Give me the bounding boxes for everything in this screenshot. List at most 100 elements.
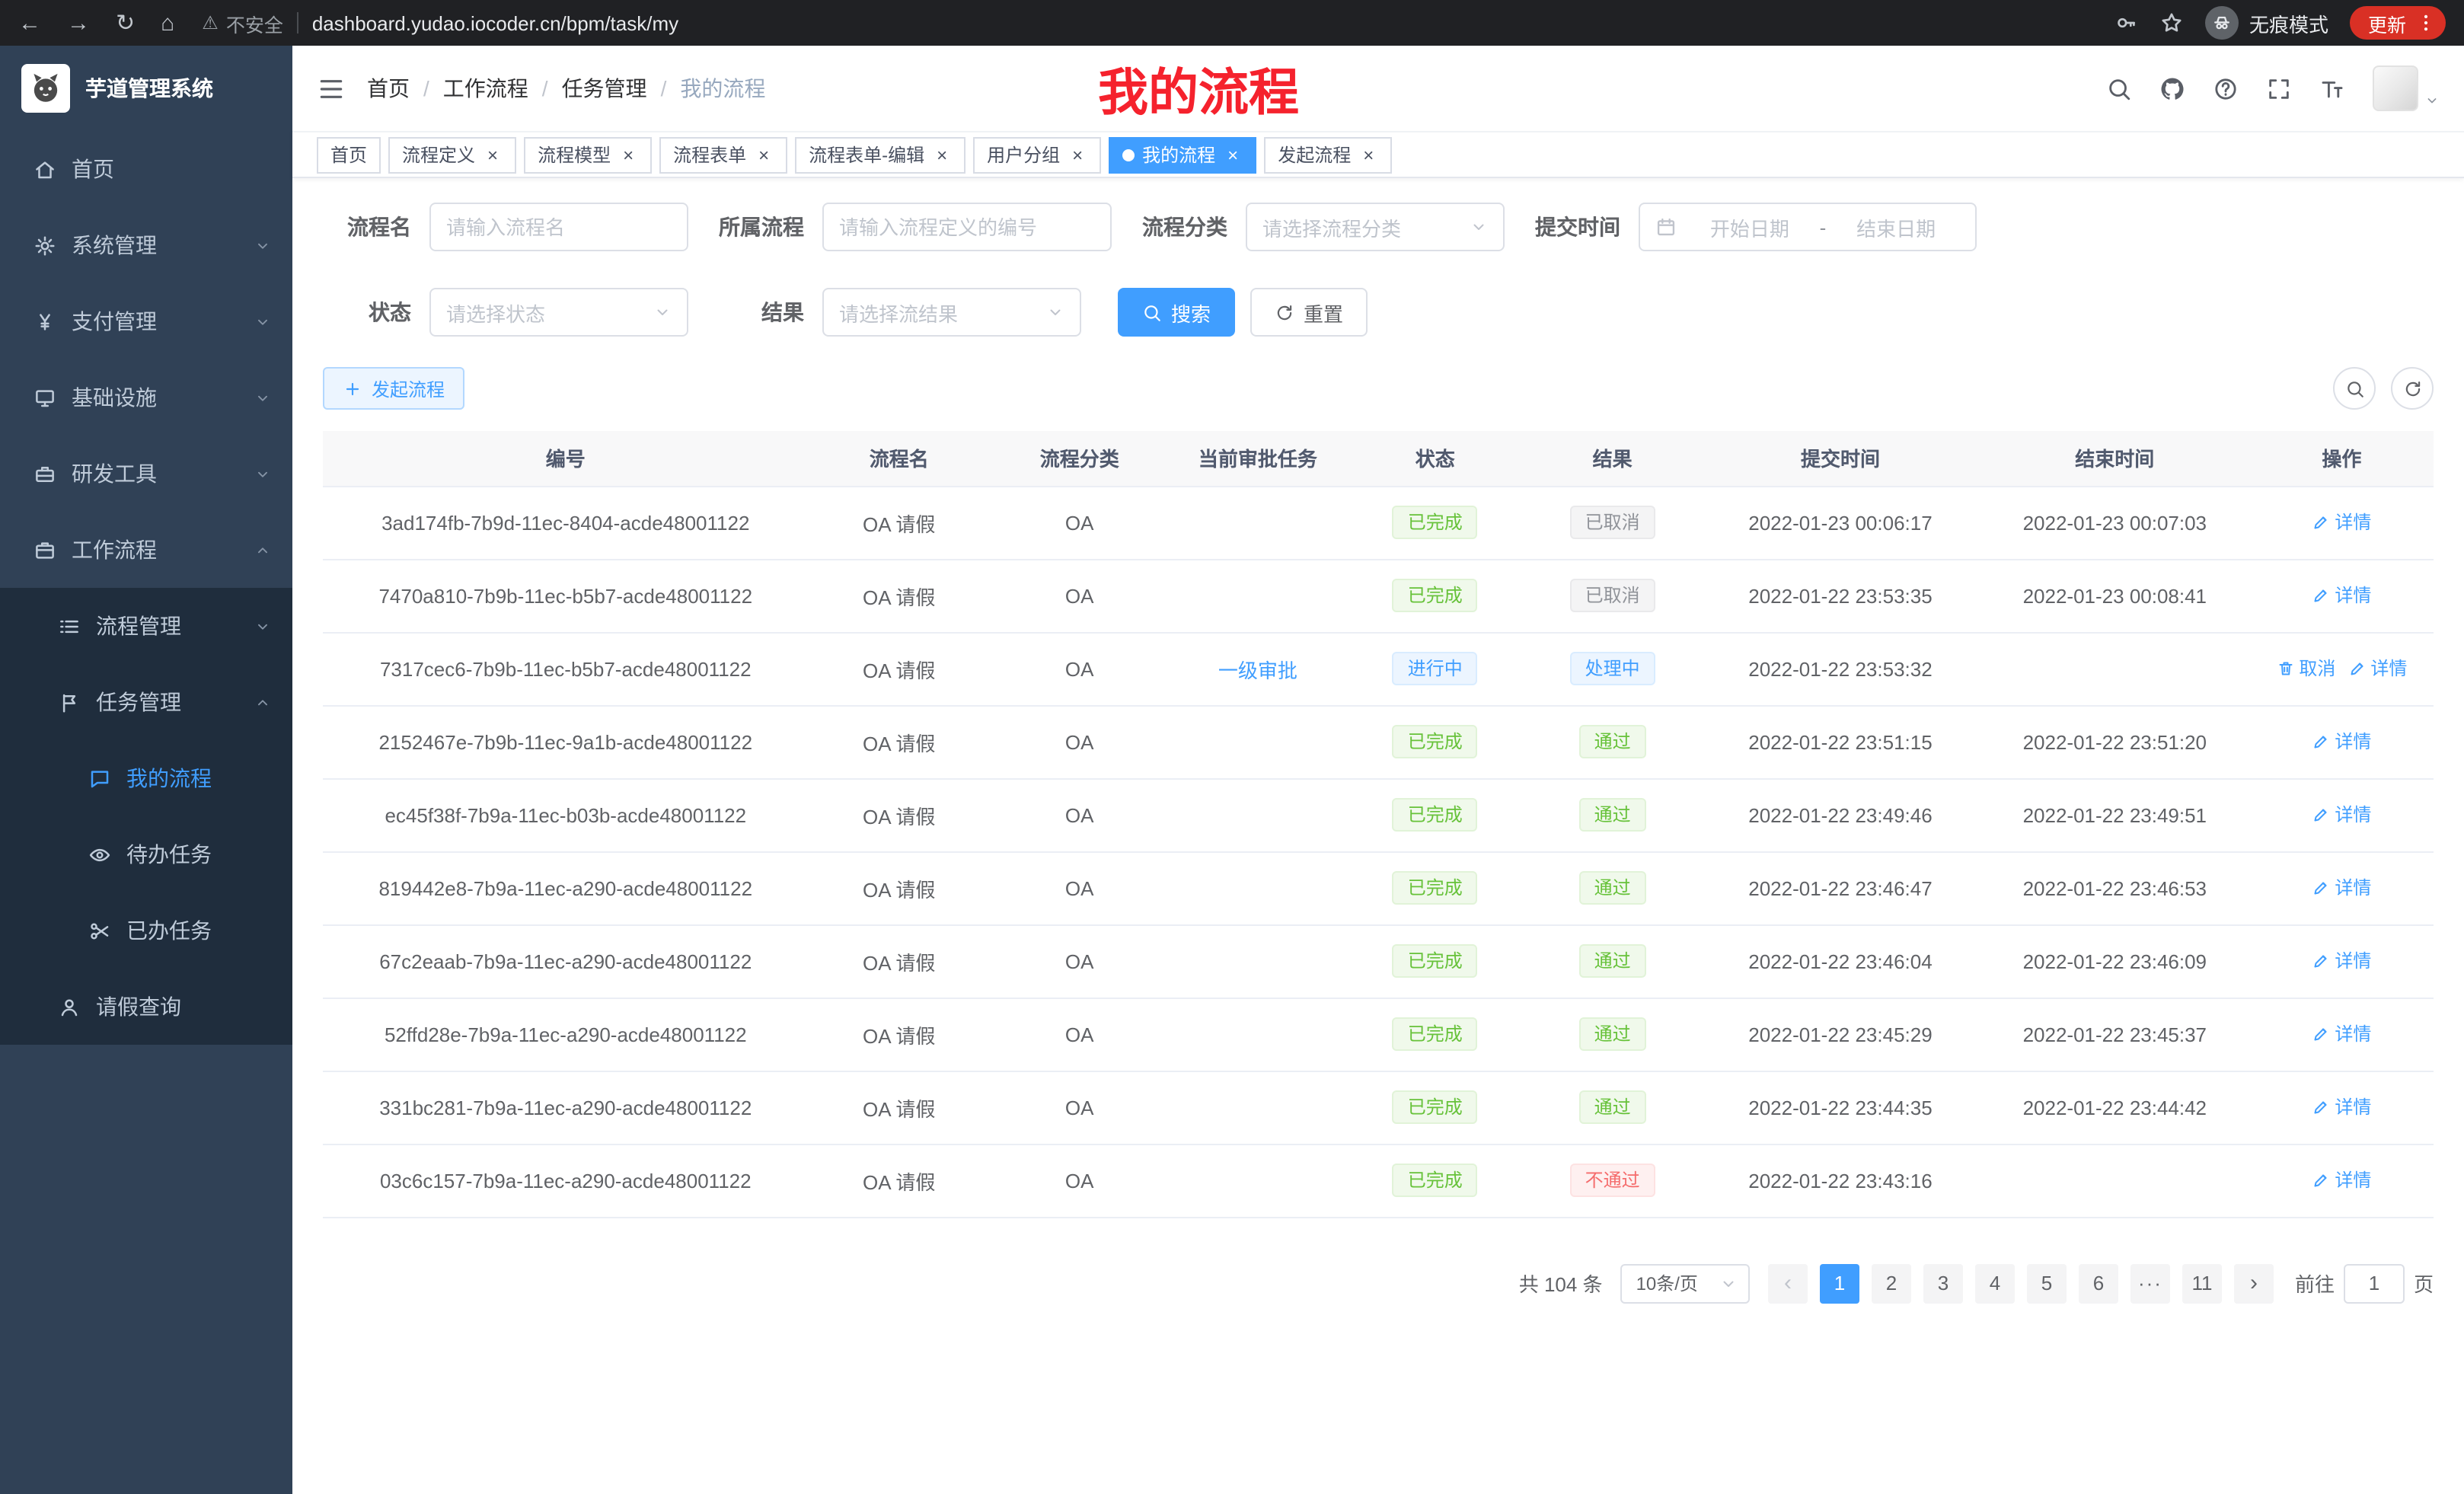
process-name-input[interactable]	[429, 203, 688, 251]
fullscreen-icon[interactable]	[2266, 75, 2292, 101]
help-icon[interactable]	[2213, 75, 2239, 101]
filter-label-category: 流程分类	[1133, 212, 1227, 242]
cancel-link[interactable]: 取消	[2276, 656, 2335, 682]
cell-current-task	[1170, 705, 1347, 778]
close-icon[interactable]: ×	[1358, 145, 1378, 164]
search-button[interactable]: 搜索	[1118, 288, 1235, 337]
close-icon[interactable]: ×	[754, 145, 774, 164]
plus-icon	[343, 378, 362, 398]
close-icon[interactable]: ×	[1223, 145, 1243, 164]
home-button[interactable]: ⌂	[161, 11, 174, 34]
close-icon[interactable]: ×	[483, 145, 503, 164]
detail-link[interactable]: 详情	[2312, 875, 2371, 901]
update-button[interactable]: 更新	[2350, 6, 2446, 40]
sidebar-item-process-mgmt[interactable]: 流程管理	[0, 588, 292, 664]
refresh-table-button[interactable]	[2391, 367, 2434, 410]
update-label: 更新	[2368, 8, 2406, 37]
task-link[interactable]: 一级审批	[1218, 654, 1297, 683]
close-icon[interactable]: ×	[618, 145, 638, 164]
breadcrumb-item[interactable]: 任务管理	[562, 73, 647, 104]
sidebar-item-system-mgmt[interactable]: 系统管理	[0, 207, 292, 283]
close-icon[interactable]: ×	[932, 145, 952, 164]
password-key-icon[interactable]	[2114, 11, 2138, 35]
page-button-1[interactable]: 1	[1820, 1263, 1859, 1303]
forward-button[interactable]: →	[67, 11, 90, 34]
process-def-input[interactable]	[822, 203, 1112, 251]
breadcrumb-item[interactable]: 首页	[367, 73, 410, 104]
menu-dots-icon[interactable]	[2415, 12, 2437, 34]
bookmark-star-icon[interactable]	[2159, 11, 2184, 35]
reload-button[interactable]: ↻	[116, 11, 135, 34]
font-size-icon[interactable]	[2319, 75, 2345, 101]
goto-page-input[interactable]	[2344, 1263, 2405, 1303]
status-select[interactable]: 请选择状态	[429, 288, 688, 337]
table-head-row: 编号流程名流程分类当前审批任务状态结果提交时间结束时间操作	[323, 431, 2434, 486]
tab-我的流程[interactable]: 我的流程×	[1109, 136, 1256, 173]
sidebar-item-infrastructure[interactable]: 基础设施	[0, 359, 292, 436]
detail-link[interactable]: 详情	[2312, 729, 2371, 755]
tab-label: 流程模型	[538, 142, 611, 168]
refresh-icon	[1275, 302, 1294, 322]
back-button[interactable]: ←	[18, 11, 41, 34]
tab-流程定义[interactable]: 流程定义×	[388, 136, 516, 173]
category-select[interactable]: 请选择流程分类	[1246, 203, 1505, 251]
page-more-button[interactable]: ···	[2130, 1263, 2170, 1303]
toggle-search-button[interactable]	[2333, 367, 2376, 410]
app-title: 芋道管理系统	[85, 73, 213, 104]
search-icon[interactable]	[2106, 75, 2132, 101]
tab-首页[interactable]: 首页	[317, 136, 381, 173]
detail-link[interactable]: 详情	[2312, 509, 2371, 535]
breadcrumb-item[interactable]: 工作流程	[443, 73, 528, 104]
prev-page-button[interactable]: ‹	[1768, 1263, 1808, 1303]
sidebar-item-workflow[interactable]: 工作流程	[0, 512, 292, 588]
page-size-select[interactable]: 10条/页	[1621, 1263, 1750, 1303]
edit-icon	[2312, 879, 2330, 897]
cell-id: 7470a810-7b9b-11ec-b5b7-acde48001122	[323, 559, 809, 632]
sidebar-item-payment-mgmt[interactable]: 支付管理	[0, 283, 292, 359]
column-header: 提交时间	[1701, 431, 1980, 486]
sidebar-item-task-mgmt[interactable]: 任务管理	[0, 664, 292, 740]
detail-link[interactable]: 详情	[2312, 802, 2371, 828]
url-text: dashboard.yudao.iocoder.cn/bpm/task/my	[312, 11, 678, 34]
page-button-2[interactable]: 2	[1872, 1263, 1911, 1303]
sidebar-item-leave-query[interactable]: 请假查询	[0, 969, 292, 1045]
detail-link[interactable]: 详情	[2312, 948, 2371, 974]
action-label: 详情	[2370, 656, 2407, 682]
next-page-button[interactable]: ›	[2234, 1263, 2274, 1303]
close-icon[interactable]: ×	[1068, 145, 1087, 164]
page-button-4[interactable]: 4	[1975, 1263, 2015, 1303]
sidebar-item-my-process[interactable]: 我的流程	[0, 740, 292, 816]
tab-流程模型[interactable]: 流程模型 ×	[524, 136, 652, 173]
tab-流程表单-编辑[interactable]: 流程表单-编辑×	[795, 136, 965, 173]
sidebar-toggle-button[interactable]	[317, 74, 346, 103]
result-select[interactable]: 请选择流结果	[822, 288, 1081, 337]
header-actions	[2106, 65, 2440, 111]
workflow-icon	[34, 538, 56, 561]
detail-link[interactable]: 详情	[2312, 1167, 2371, 1193]
incognito-badge[interactable]: 无痕模式	[2205, 6, 2328, 40]
user-menu[interactable]	[2373, 65, 2440, 111]
sidebar-item-done-task[interactable]: 已办任务	[0, 892, 292, 969]
cell-category: OA	[990, 998, 1170, 1071]
submit-time-range-picker[interactable]: 开始日期 - 结束日期	[1639, 203, 1977, 251]
create-process-button[interactable]: 发起流程	[323, 367, 464, 410]
github-icon[interactable]	[2159, 75, 2185, 101]
page-button-3[interactable]: 3	[1923, 1263, 1963, 1303]
detail-link[interactable]: 详情	[2312, 1094, 2371, 1120]
tab-发起流程[interactable]: 发起流程×	[1264, 136, 1392, 173]
tab-流程表单[interactable]: 流程表单×	[659, 136, 787, 173]
cell-status: 进行中	[1346, 632, 1524, 705]
reset-button[interactable]: 重置	[1250, 288, 1368, 337]
sidebar-item-dev-tools[interactable]: 研发工具	[0, 436, 292, 512]
sidebar-item-home[interactable]: 首页	[0, 131, 292, 207]
address-bar[interactable]: ⚠ 不安全 dashboard.yudao.iocoder.cn/bpm/tas…	[202, 8, 2114, 37]
search-icon	[2344, 378, 2364, 398]
sidebar-item-todo-task[interactable]: 待办任务	[0, 816, 292, 892]
detail-link[interactable]: 详情	[2348, 656, 2407, 682]
detail-link[interactable]: 详情	[2312, 583, 2371, 608]
detail-link[interactable]: 详情	[2312, 1021, 2371, 1047]
page-button-6[interactable]: 6	[2079, 1263, 2118, 1303]
page-button-11[interactable]: 11	[2182, 1263, 2222, 1303]
page-button-5[interactable]: 5	[2027, 1263, 2067, 1303]
tab-用户分组[interactable]: 用户分组×	[973, 136, 1101, 173]
